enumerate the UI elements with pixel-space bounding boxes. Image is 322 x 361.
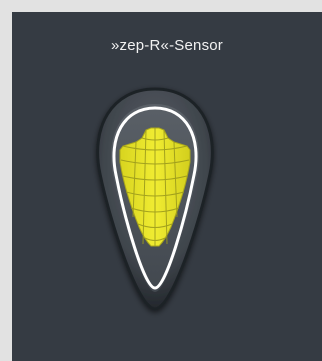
page-frame: »zep-R«-Sensor	[0, 0, 322, 361]
sensor-panel: »zep-R«-Sensor	[12, 12, 322, 361]
zep-r-sensor-droplet-icon	[96, 87, 214, 311]
